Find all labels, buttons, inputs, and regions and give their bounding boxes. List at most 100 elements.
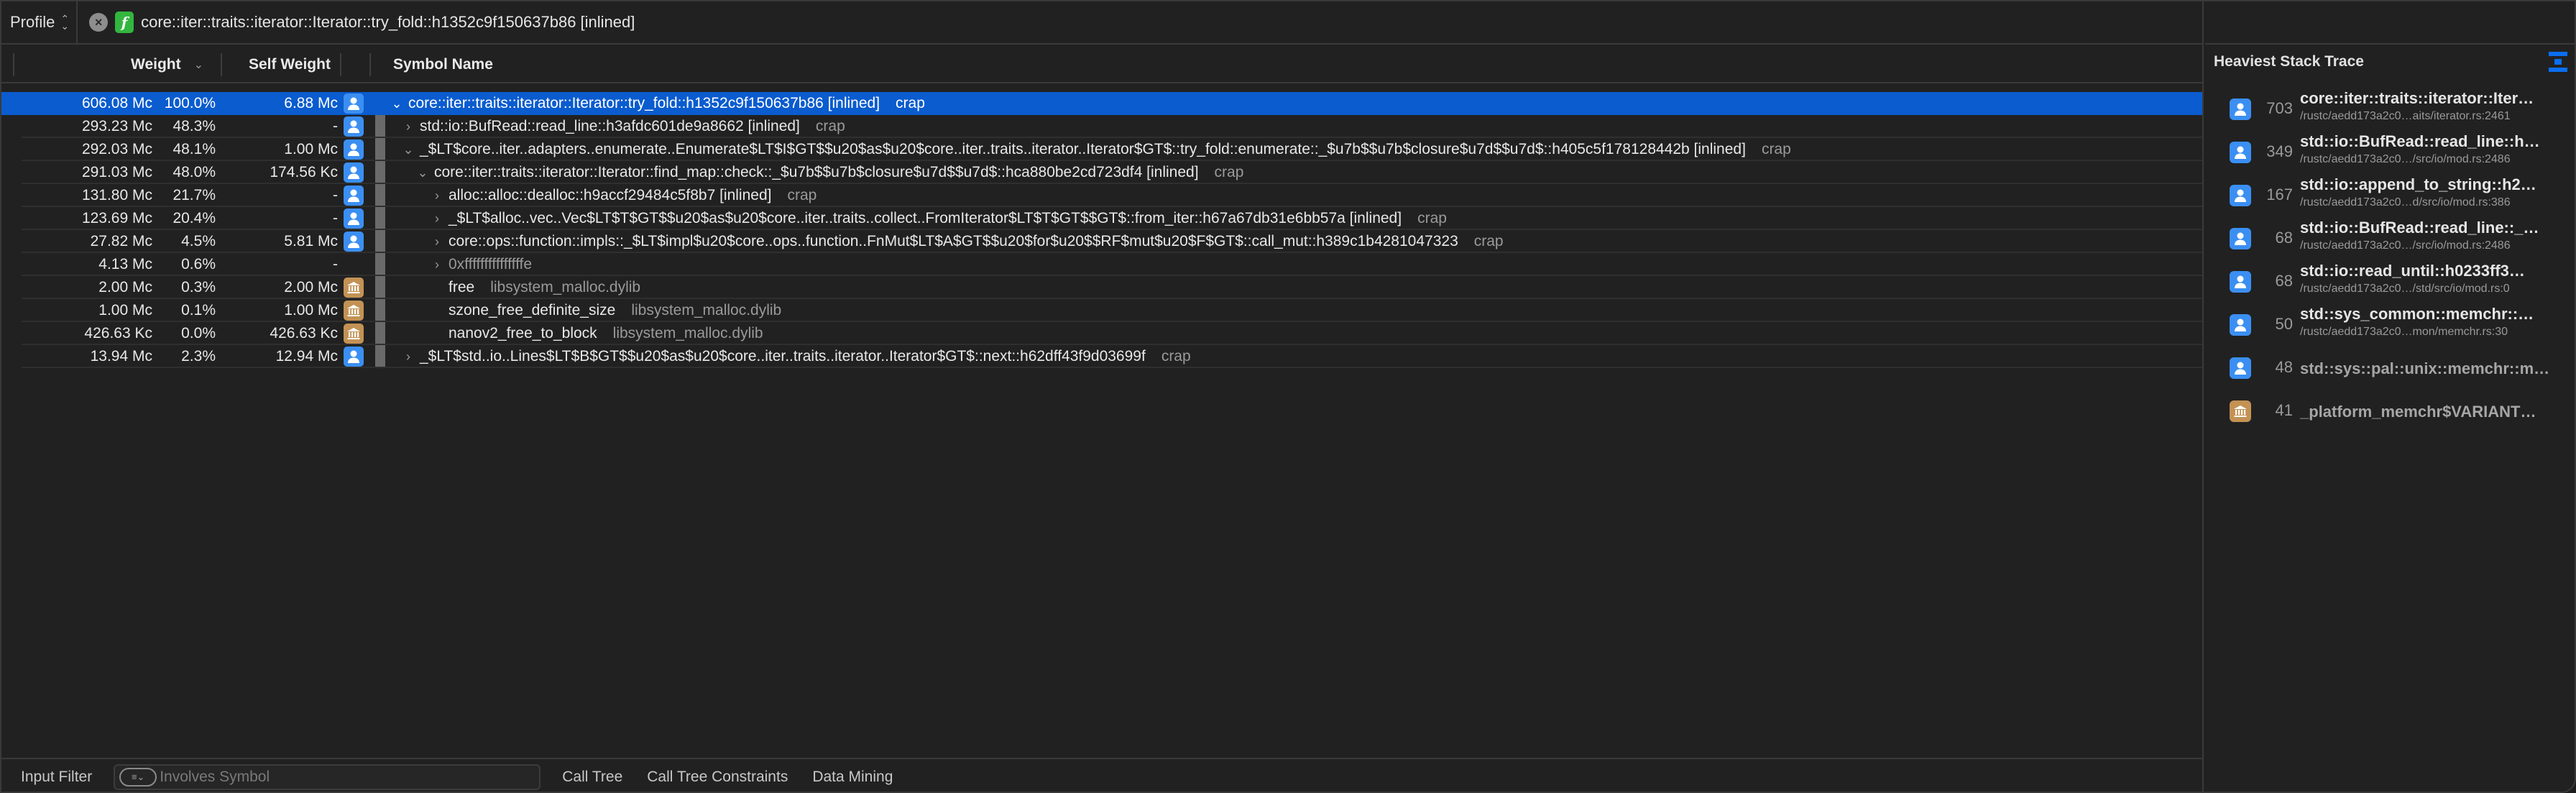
self-weight-value: - [333,256,338,272]
table-row[interactable]: 291.03 Mc 48.0% 174.56 Kc ⌄ core::iter::… [1,161,2202,184]
disclosure-collapsed-icon[interactable]: › [401,115,415,138]
disclosure-expanded-icon[interactable]: ⌄ [401,138,415,161]
weight-percent: 48.1% [172,141,216,157]
instruments-window: Profile ⌃ ⌄ × f core::iter::traits::itera… [0,0,2576,793]
symbol-name: _$LT$std..io..Lines$LT$B$GT$$u20$as$u20$… [420,348,1146,365]
side-panel-title: Heaviest Stack Trace [2214,53,2364,70]
frame-source-path: /rustc/aedd173a2c0…/src/io/mod.rs:2486 [2300,239,2511,252]
weight-column-header[interactable]: Weight ⌄ [131,46,203,83]
involves-symbol-filter-input[interactable]: ≡⌄ Involves Symbol [114,764,541,790]
disclosure-collapsed-icon[interactable]: › [430,207,444,230]
table-row[interactable]: 123.69 Mc 20.4% - › _$LT$alloc..vec..Vec… [1,207,2202,230]
self-weight-column-header[interactable]: Self Weight [249,46,331,83]
table-row[interactable]: 131.80 Mc 21.7% - › alloc::alloc::deallo… [1,184,2202,207]
library-name: crap [815,118,845,134]
focused-symbol-path: core::iter::traits::iterator::Iterator::… [141,13,635,31]
weight-percent: 0.0% [181,325,216,342]
focus-stack-icon[interactable] [2549,52,2569,72]
user-code-icon [344,93,364,114]
symbol-cell: › szone_free_definite_size libsystem_mal… [430,299,781,322]
library-name: crap [1214,164,1244,180]
disclosure-collapsed-icon[interactable]: › [430,253,444,276]
frame-source-path: /rustc/aedd173a2c0…aits/iterator.rs:2461 [2300,110,2511,122]
system-library-icon [344,301,364,321]
weight-percent: 20.4% [172,210,216,226]
symbol-name: alloc::alloc::dealloc::h9accf29484c5f8b7… [448,187,772,203]
frame-symbol: std::io::read_until::h0233ff3… [2300,262,2525,280]
stack-trace-item[interactable]: 349 std::io::BufRead::read_line::h… /rus… [2205,131,2575,174]
weight-value: 27.82 Mc [90,233,152,249]
disclosure-collapsed-icon[interactable]: › [401,345,415,368]
stack-trace-item[interactable]: 167 std::io::append_to_string::h2… /rust… [2205,174,2575,217]
tab-call-tree[interactable]: Call Tree [562,769,622,786]
tree-gutter [375,161,385,184]
stack-trace-item[interactable]: 41 _platform_memchr$VARIANT… [2205,390,2575,433]
table-row[interactable]: 606.08 Mc 100.0% 6.88 Mc ⌄ core::iter::t… [1,92,2202,115]
column-separator[interactable] [369,53,371,76]
frame-source-path: /rustc/aedd173a2c0…/std/src/io/mod.rs:0 [2300,283,2510,295]
profile-selector[interactable]: Profile ⌃ ⌄ [1,1,78,44]
stack-trace-item[interactable]: 48 std::sys::pal::unix::memchr::m… [2205,347,2575,390]
table-row[interactable]: 2.00 Mc 0.3% 2.00 Mc › free libsystem_ma… [1,276,2202,299]
stack-trace-item[interactable]: 68 std::io::BufRead::read_line::_… /rust… [2205,217,2575,260]
table-row[interactable]: 4.13 Mc 0.6% - › 0xfffffffffffffffe [1,253,2202,276]
self-weight-value: - [333,187,338,203]
column-separator[interactable] [221,53,222,76]
system-library-icon [344,278,364,298]
self-weight-value: 5.81 Mc [284,233,338,249]
column-separator [13,53,14,76]
weight-value: 131.80 Mc [81,187,152,203]
sample-count: 50 [2275,315,2293,333]
system-library-icon [344,324,364,344]
user-code-icon [2230,357,2251,379]
library-name: crap [1161,348,1191,365]
disclosure-expanded-icon[interactable]: ⌄ [390,92,404,115]
table-row[interactable]: 293.23 Mc 48.3% - › std::io::BufRead::re… [1,115,2202,138]
user-code-icon [344,347,364,367]
user-code-icon [344,139,364,160]
self-weight-header-label: Self Weight [249,56,331,73]
tab-call-tree-constraints[interactable]: Call Tree Constraints [647,769,788,786]
weight-value: 123.69 Mc [81,210,152,226]
library-name: crap [896,95,925,111]
stack-trace-item[interactable]: 68 std::io::read_until::h0233ff3… /rustc… [2205,260,2575,303]
column-header: Weight ⌄ Self Weight Symbol Name [1,46,2202,83]
table-row[interactable]: 13.94 Mc 2.3% 12.94 Mc › _$LT$std..io..L… [1,345,2202,368]
column-separator[interactable] [340,53,341,76]
input-filter-label: Input Filter [21,768,93,785]
weight-header-label: Weight [131,56,181,73]
symbol-cell: ⌄ _$LT$core..iter..adapters..enumerate..… [401,138,1790,161]
library-name: libsystem_malloc.dylib [631,302,782,318]
table-row[interactable]: 27.82 Mc 4.5% 5.81 Mc › core::ops::funct… [1,230,2202,253]
user-code-icon [344,208,364,229]
table-row[interactable]: 292.03 Mc 48.1% 1.00 Mc ⌄ _$LT$core..ite… [1,138,2202,161]
symbol-name-column-header[interactable]: Symbol Name [393,46,493,83]
clear-icon[interactable]: × [89,13,109,32]
symbol-cell: › 0xfffffffffffffffe [430,253,532,276]
table-row[interactable]: 1.00 Mc 0.1% 1.00 Mc › szone_free_defini… [1,299,2202,322]
frame-symbol: std::io::BufRead::read_line::_… [2300,219,2539,237]
self-weight-value: - [333,210,338,226]
weight-value: 2.00 Mc [98,279,152,295]
stack-trace-item[interactable]: 703 core::iter::traits::iterator::Iter… … [2205,88,2575,131]
symbol-cell: ⌄ core::iter::traits::iterator::Iterator… [415,161,1243,184]
disclosure-expanded-icon[interactable]: ⌄ [415,161,430,184]
tree-gutter [375,115,385,138]
stack-trace-item[interactable]: 50 std::sys_common::memchr::… /rustc/aed… [2205,303,2575,347]
tree-gutter [375,207,385,230]
disclosure-collapsed-icon[interactable]: › [430,184,444,207]
user-code-icon [2230,142,2251,163]
symbol-name: core::ops::function::impls::_$LT$impl$u2… [448,233,1458,249]
disclosure-collapsed-icon[interactable]: › [430,230,444,253]
symbol-cell: › std::io::BufRead::read_line::h3afdc601… [401,115,845,138]
stack-trace-list: 703 core::iter::traits::iterator::Iter… … [2205,88,2575,433]
symbol-name: core::iter::traits::iterator::Iterator::… [434,164,1199,180]
table-row[interactable]: 426.63 Kc 0.0% 426.63 Kc › nanov2_free_t… [1,322,2202,345]
tab-data-mining[interactable]: Data Mining [812,769,893,786]
filter-options-icon[interactable]: ≡⌄ [119,767,157,787]
self-weight-value: 1.00 Mc [284,302,338,318]
weight-value: 606.08 Mc [81,95,152,111]
sample-count: 167 [2266,185,2293,203]
user-code-icon [2230,314,2251,336]
self-weight-value: 2.00 Mc [284,279,338,295]
